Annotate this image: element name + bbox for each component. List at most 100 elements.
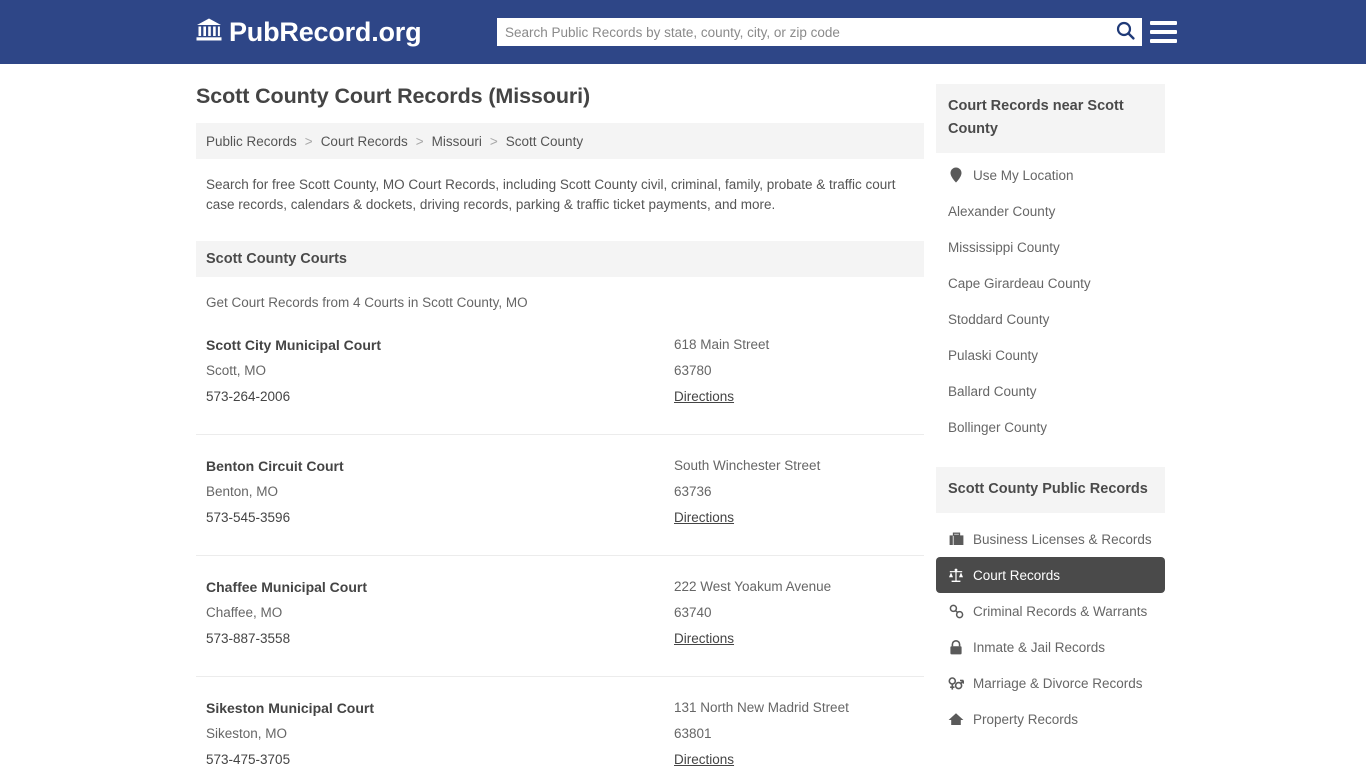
site-logo[interactable]: PubRecord.org (196, 16, 422, 48)
page-description: Search for free Scott County, MO Court R… (206, 177, 896, 212)
directions-link[interactable]: Directions (674, 384, 734, 410)
court-name[interactable]: Sikeston Municipal Court (206, 695, 674, 721)
court-entry-left: Chaffee Municipal Court Chaffee, MO 573-… (206, 574, 674, 652)
court-entry-left: Sikeston Municipal Court Sikeston, MO 57… (206, 695, 674, 768)
map-pin-icon (948, 167, 964, 183)
court-entry-right: South Winchester Street 63736 Directions (674, 453, 914, 531)
briefcase-icon (948, 531, 964, 547)
sidebar-item-label: Criminal Records & Warrants (973, 603, 1148, 619)
breadcrumb-separator: > (304, 133, 313, 149)
bank-institution-icon (196, 17, 222, 47)
section-heading-courts: Scott County Courts (196, 241, 924, 277)
court-phone[interactable]: 573-264-2006 (206, 384, 674, 410)
sidebar-item-label: Stoddard County (948, 311, 1050, 327)
sidebar-item-court-records[interactable]: Court Records (936, 557, 1165, 593)
sidebar-item-label: Court Records (973, 567, 1061, 583)
court-name[interactable]: Chaffee Municipal Court (206, 574, 674, 600)
sidebar-nearby-list: Use My Location Alexander County Mississ… (936, 157, 1165, 445)
sidebar-item-label: Mississippi County (948, 239, 1060, 255)
sidebar-heading-nearby: Court Records near Scott County (936, 84, 1165, 153)
sidebar-heading-public-records: Scott County Public Records (936, 467, 1165, 513)
sidebar-item-mississippi-county[interactable]: Mississippi County (936, 229, 1165, 265)
section-subheading-courts: Get Court Records from 4 Courts in Scott… (206, 295, 528, 310)
sidebar-item-label: Cape Girardeau County (948, 275, 1091, 291)
court-phone[interactable]: 573-475-3705 (206, 747, 674, 768)
court-zip: 63780 (674, 363, 712, 378)
court-entry-right: 222 West Yoakum Avenue 63740 Directions (674, 574, 914, 652)
court-zip: 63801 (674, 726, 712, 741)
sidebar-item-label: Pulaski County (948, 347, 1039, 363)
court-entry-left: Scott City Municipal Court Scott, MO 573… (206, 332, 674, 410)
sidebar-item-property-records[interactable]: Property Records (936, 701, 1165, 737)
sidebar-item-use-my-location[interactable]: Use My Location (936, 157, 1165, 193)
breadcrumb-item-court-records[interactable]: Court Records (321, 134, 408, 149)
lock-icon (948, 639, 964, 655)
search-icon (1116, 21, 1135, 43)
site-header: PubRecord.org (0, 0, 1366, 64)
court-address: 222 West Yoakum Avenue (674, 579, 832, 594)
court-phone[interactable]: 573-887-3558 (206, 626, 674, 652)
sidebar-item-label: Bollinger County (948, 419, 1048, 435)
court-city: Chaffee, MO (206, 605, 283, 620)
court-entry-right: 131 North New Madrid Street 63801 Direct… (674, 695, 914, 768)
sidebar-item-inmate-jail-records[interactable]: Inmate & Jail Records (936, 629, 1165, 665)
sidebar-item-alexander-county[interactable]: Alexander County (936, 193, 1165, 229)
menu-bar-2 (1150, 29, 1177, 34)
court-name[interactable]: Scott City Municipal Court (206, 332, 674, 358)
directions-link[interactable]: Directions (674, 626, 734, 652)
sidebar-item-label: Ballard County (948, 383, 1037, 399)
sidebar-item-pulaski-county[interactable]: Pulaski County (936, 337, 1165, 373)
breadcrumb-item-scott-county[interactable]: Scott County (506, 134, 583, 149)
sidebar-item-label: Business Licenses & Records (973, 531, 1152, 547)
court-phone[interactable]: 573-545-3596 (206, 505, 674, 531)
handcuffs-icon (948, 603, 964, 619)
sidebar-item-label: Marriage & Divorce Records (973, 675, 1143, 691)
search-bar (497, 18, 1142, 46)
sidebar-item-ballard-county[interactable]: Ballard County (936, 373, 1165, 409)
sidebar-item-business-licenses[interactable]: Business Licenses & Records (936, 521, 1165, 557)
sidebar-item-label: Property Records (973, 711, 1079, 727)
page-title: Scott County Court Records (Missouri) (196, 84, 591, 108)
sidebar-item-label: Use My Location (973, 167, 1074, 183)
breadcrumb-item-public-records[interactable]: Public Records (206, 134, 297, 149)
sidebar-public-records-list: Business Licenses & Records Court Record… (936, 521, 1165, 737)
court-entry-left: Benton Circuit Court Benton, MO 573-545-… (206, 453, 674, 531)
sidebar-item-cape-girardeau-county[interactable]: Cape Girardeau County (936, 265, 1165, 301)
sidebar-item-marriage-divorce-records[interactable]: Marriage & Divorce Records (936, 665, 1165, 701)
court-entry: Sikeston Municipal Court Sikeston, MO 57… (196, 676, 924, 768)
breadcrumb: Public Records > Court Records > Missour… (196, 123, 924, 159)
sidebar-item-bollinger-county[interactable]: Bollinger County (936, 409, 1165, 445)
breadcrumb-item-missouri[interactable]: Missouri (432, 134, 482, 149)
search-button[interactable] (1108, 18, 1142, 46)
court-entry-right: 618 Main Street 63780 Directions (674, 332, 914, 410)
court-name[interactable]: Benton Circuit Court (206, 453, 674, 479)
sidebar-item-criminal-records[interactable]: Criminal Records & Warrants (936, 593, 1165, 629)
main-content: Scott County Court Records (Missouri) Pu… (196, 84, 924, 768)
court-zip: 63736 (674, 484, 712, 499)
sidebar-item-stoddard-county[interactable]: Stoddard County (936, 301, 1165, 337)
logo-text: PubRecord.org (229, 16, 422, 47)
search-input[interactable] (497, 19, 1108, 45)
house-icon (948, 711, 964, 727)
sidebar-item-label: Alexander County (948, 203, 1056, 219)
hamburger-menu-icon[interactable] (1150, 18, 1177, 45)
sidebar: Court Records near Scott County Use My L… (936, 84, 1165, 737)
court-zip: 63740 (674, 605, 712, 620)
sidebar-item-label: Inmate & Jail Records (973, 639, 1106, 655)
directions-link[interactable]: Directions (674, 747, 734, 768)
page-body: Scott County Court Records (Missouri) Pu… (0, 64, 1366, 767)
menu-bar-1 (1150, 20, 1177, 25)
breadcrumb-separator: > (489, 133, 498, 149)
breadcrumb-separator: > (415, 133, 424, 149)
court-entry: Chaffee Municipal Court Chaffee, MO 573-… (196, 555, 924, 665)
court-entry: Scott City Municipal Court Scott, MO 573… (196, 314, 924, 423)
venus-mars-icon (948, 675, 964, 691)
menu-bar-3 (1150, 38, 1177, 43)
directions-link[interactable]: Directions (674, 505, 734, 531)
scales-of-justice-icon (948, 567, 964, 583)
court-city: Scott, MO (206, 363, 267, 378)
court-address: 618 Main Street (674, 337, 770, 352)
court-address: South Winchester Street (674, 458, 821, 473)
court-address: 131 North New Madrid Street (674, 700, 849, 715)
court-entry: Benton Circuit Court Benton, MO 573-545-… (196, 434, 924, 544)
